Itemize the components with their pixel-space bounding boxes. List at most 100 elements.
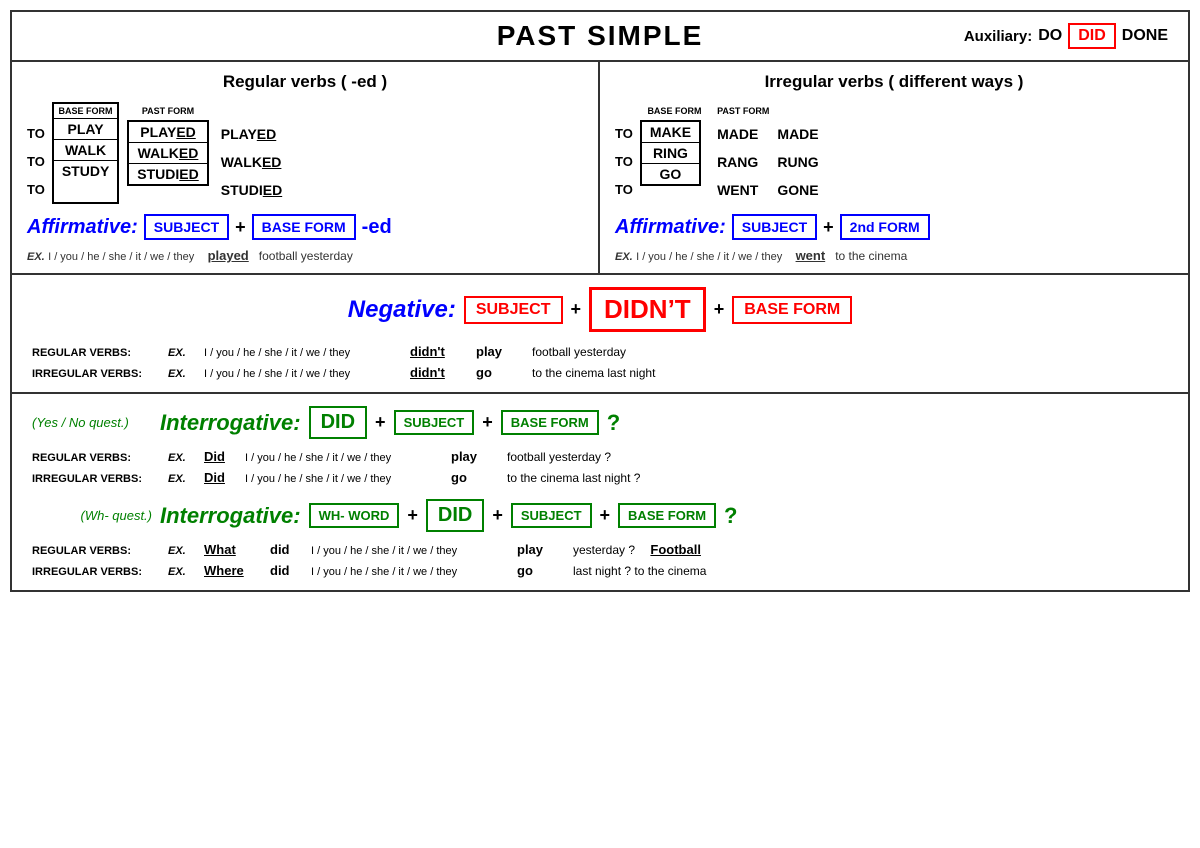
irr-past-col: PAST FORM MADE RANG WENT [717, 102, 769, 204]
irr-pp-3: GONE [777, 176, 818, 204]
int-regular-row: REGULAR VERBS: EX. Did I / you / he / sh… [32, 449, 1168, 464]
neg-base-form-box: BASE FORM [732, 296, 852, 324]
int-subject-box: SUBJECT [394, 410, 475, 435]
right-subject-box: SUBJECT [732, 214, 817, 240]
irr-base-form-wrapper: BASE FORM MAKE RING GO [640, 102, 709, 204]
to-label-3: TO [27, 176, 48, 204]
int-reg-did: Did [204, 449, 239, 464]
top-panels: Regular verbs ( -ed ) TO TO TO BASE FORM… [12, 60, 1188, 273]
int-reg-subject: I / you / he / she / it / we / they [245, 452, 445, 464]
neg-irr-verb: go [476, 365, 526, 380]
wh-reg-did: did [270, 542, 305, 557]
irr-past-2: RANG [717, 148, 769, 176]
irr-to-1: TO [615, 120, 636, 148]
neg-reg-didnt: didn't [410, 344, 470, 359]
neg-plus-1: + [571, 299, 582, 320]
wh-question-mark: ? [724, 503, 737, 529]
wh-reg-word: What [204, 542, 264, 557]
base-verb-3: STUDY [54, 161, 117, 181]
wh-irr-did: did [270, 563, 305, 578]
past-form-unboxed: PLAYED WALKED STUDIED [221, 102, 282, 204]
neg-irr-rest: to the cinema last night [532, 366, 655, 380]
right-example-row: EX. I / you / he / she / it / we / they … [615, 248, 1173, 263]
to-label-1: TO [27, 120, 48, 148]
int-reg-rest: football yesterday ? [507, 450, 611, 464]
wh-subject-box: SUBJECT [511, 503, 592, 528]
wh-reg-subject: I / you / he / she / it / we / they [311, 545, 511, 557]
neg-regular-label: REGULAR VERBS: [32, 347, 162, 359]
wh-irr-verb: go [517, 563, 567, 578]
right-ex-verb: went [796, 248, 826, 263]
right-plus-1: + [823, 217, 834, 238]
page-title: PAST SIMPLE [497, 20, 704, 52]
irr-base-1: MAKE [642, 122, 699, 143]
to-labels-col: TO TO TO [27, 102, 48, 204]
interrogative-section: (Yes / No quest.) Interrogative: DID + S… [12, 392, 1188, 590]
neg-irr-subject: I / you / he / she / it / we / they [204, 368, 404, 380]
past-verb-2: WALKED [129, 143, 206, 164]
neg-reg-subject: I / you / he / she / it / we / they [204, 347, 404, 359]
main-container: PAST SIMPLE Auxiliary: DO DID DONE Regul… [10, 10, 1190, 592]
int-plus-1: + [375, 412, 386, 433]
negative-formula-row: Negative: SUBJECT + DIDN’T + BASE FORM [32, 287, 1168, 332]
right-ex-label: EX. [615, 251, 633, 263]
wh-plus-1: + [407, 505, 418, 526]
irr-pp-1: MADE [777, 120, 818, 148]
wh-reg-football: Football [650, 542, 701, 557]
left-ex-subject: I / you / he / she / it / we / they [48, 251, 194, 263]
irr-pp-header [777, 102, 818, 120]
wh-reg-rest: yesterday ? [573, 543, 635, 557]
base-form-header: BASE FORM [54, 104, 117, 119]
irr-to-col: TO TO TO [615, 102, 636, 204]
left-ex-label: EX. [27, 251, 45, 263]
base-verb-2: WALK [54, 140, 117, 161]
irr-pp-2: RUNG [777, 148, 818, 176]
irr-base-form-header: BASE FORM [640, 102, 709, 120]
irr-to-3: TO [615, 176, 636, 204]
right-2nd-form-box: 2nd FORM [840, 214, 930, 240]
irr-past-3: WENT [717, 176, 769, 204]
irr-pp-col: MADE RUNG GONE [777, 102, 818, 204]
neg-plus-2: + [714, 299, 725, 320]
regular-verbs-title: Regular verbs ( -ed ) [27, 72, 583, 92]
int-irregular-row: IRREGULAR VERBS: EX. Did I / you / he / … [32, 470, 1168, 485]
auxiliary-section: Auxiliary: DO DID DONE [964, 23, 1168, 49]
neg-subject-box: SUBJECT [464, 296, 563, 324]
unboxed-past-2: WALKED [221, 148, 282, 176]
irregular-verbs-title: Irregular verbs ( different ways ) [615, 72, 1173, 92]
right-aff-label: Affirmative: [615, 216, 726, 239]
wh-plus-3: + [600, 505, 611, 526]
panel-left: Regular verbs ( -ed ) TO TO TO BASE FORM… [12, 62, 600, 273]
unboxed-past-1: PLAYED [221, 120, 282, 148]
header: PAST SIMPLE Auxiliary: DO DID DONE [12, 12, 1188, 60]
panel-right: Irregular verbs ( different ways ) TO TO… [600, 62, 1188, 273]
wh-reg-ex-label: EX. [168, 545, 198, 557]
left-ex-verb: played [208, 248, 249, 263]
irr-to-spacer [615, 102, 636, 120]
left-ex-rest: football yesterday [259, 249, 353, 263]
int-reg-verb: play [451, 449, 501, 464]
right-affirmative-row: Affirmative: SUBJECT + 2nd FORM [615, 214, 1173, 240]
aux-do: DO [1038, 27, 1062, 45]
wh-label: (Wh- quest.) [32, 508, 152, 523]
irr-base-3: GO [642, 164, 699, 184]
auxiliary-label: Auxiliary: [964, 28, 1032, 45]
wh-row: (Wh- quest.) Interrogative: WH- WORD + D… [32, 499, 1168, 532]
right-ex-rest: to the cinema [835, 249, 907, 263]
wh-reg-verb: play [517, 542, 567, 557]
past-form-header-spacer [221, 102, 282, 120]
neg-regular-row: REGULAR VERBS: EX. I / you / he / she / … [32, 344, 1168, 359]
left-aff-label: Affirmative: [27, 216, 138, 239]
left-subject-box: SUBJECT [144, 214, 229, 240]
past-verb-3: STUDIED [129, 164, 206, 184]
int-regular-label: REGULAR VERBS: [32, 452, 162, 464]
right-ex-subject: I / you / he / she / it / we / they [636, 251, 782, 263]
irr-past-header: PAST FORM [717, 102, 769, 120]
wh-plus-2: + [492, 505, 503, 526]
left-base-form-box: BASE FORM [252, 214, 356, 240]
base-verb-1: PLAY [54, 119, 117, 140]
negative-label: Negative: [348, 296, 456, 324]
irr-base-2: RING [642, 143, 699, 164]
int-plus-2: + [482, 412, 493, 433]
wh-int-label: Interrogative: [160, 503, 301, 529]
